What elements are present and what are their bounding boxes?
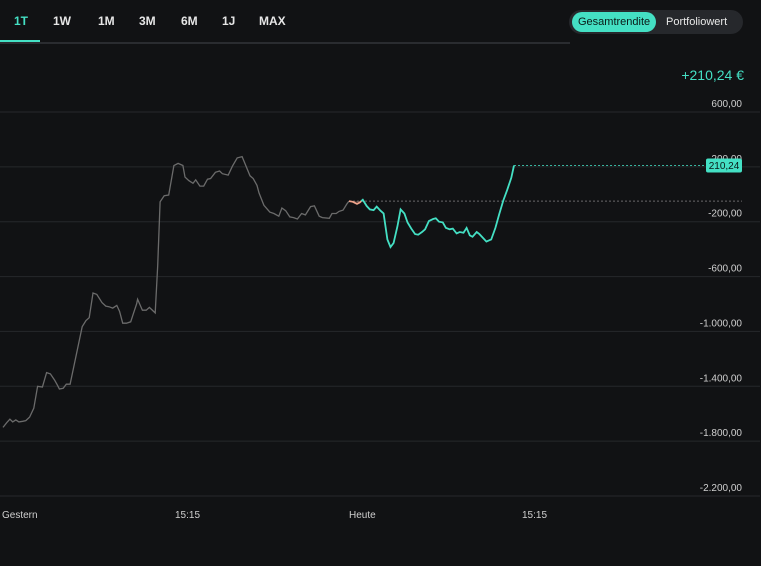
x-tick-label: 15:15 [175, 510, 200, 521]
y-axis-labels: 600,00200,00-200,00-600,00-1.000,00-1.40… [700, 99, 743, 494]
x-tick-label: 15:15 [522, 510, 547, 521]
y-tick-label: -1.000,00 [700, 318, 743, 329]
x-tick-label: Gestern [2, 510, 38, 521]
gridlines [0, 111, 760, 497]
x-tick-label: Heute [349, 510, 376, 521]
y-tick-label: -1.800,00 [700, 428, 743, 439]
today-positive-line [360, 165, 515, 249]
y-tick-label: -200,00 [708, 209, 742, 220]
y-tick-label: -2.200,00 [700, 483, 743, 494]
y-tick-label: 600,00 [711, 99, 742, 110]
performance-chart: 600,00200,00-200,00-600,00-1.000,00-1.40… [0, 99, 760, 521]
x-axis-labels: Gestern 15:15 Heute 15:15 [2, 510, 547, 521]
current-value-badge-label: 210,24 [709, 161, 740, 172]
y-tick-label: -600,00 [708, 264, 742, 275]
y-tick-label: -1.400,00 [700, 373, 743, 384]
